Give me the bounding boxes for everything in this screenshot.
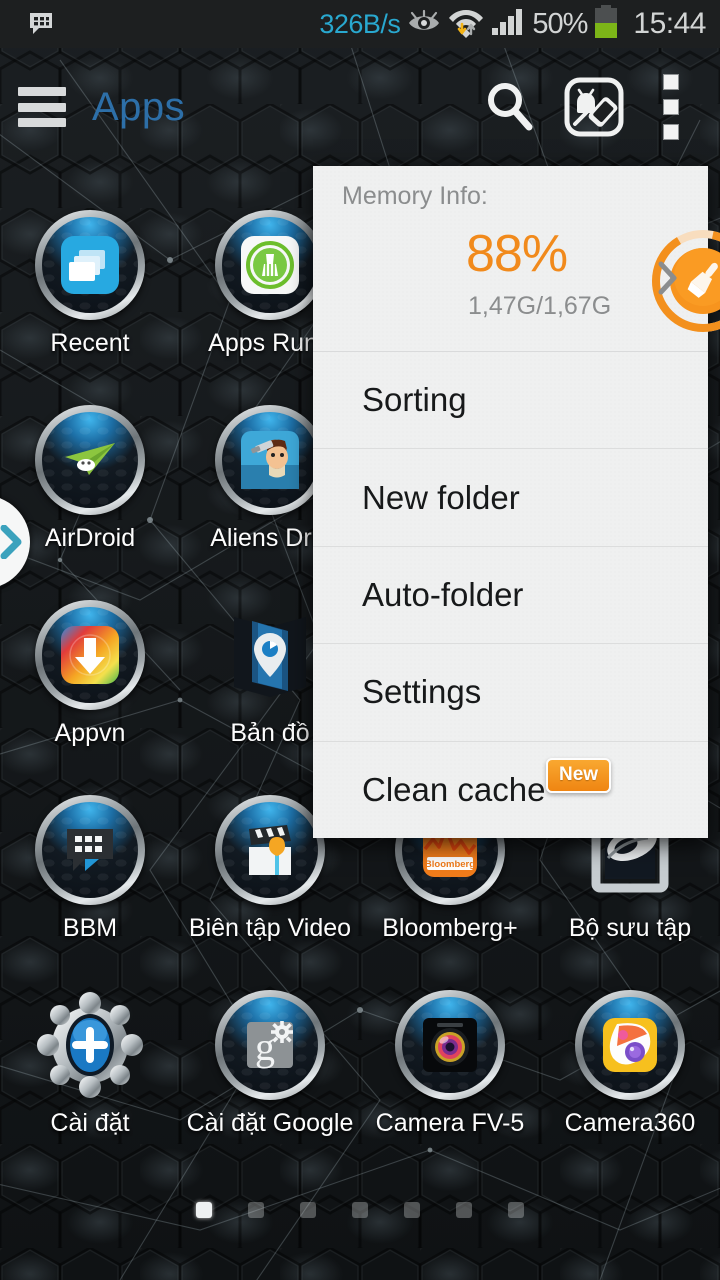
menu-item-new-folder[interactable]: New folder — [313, 449, 708, 547]
page-dot[interactable] — [404, 1202, 420, 1218]
app-row: Cài đặt g Cài đặt Google Camera FV-5 Cam… — [0, 980, 720, 1175]
settings-gear-icon — [35, 990, 145, 1100]
menu-item-clean-cache[interactable]: Clean cache New — [313, 742, 708, 838]
app-item-recent[interactable]: Recent — [0, 200, 180, 395]
network-speed-text: 326B/s — [319, 8, 401, 39]
page-dot[interactable] — [456, 1202, 472, 1218]
memory-size: 1,47G/1,67G — [468, 292, 612, 320]
page-dot[interactable] — [248, 1202, 264, 1218]
status-bar[interactable]: 326B/s 50% 15:44 — [0, 0, 720, 48]
app-label: Cài đặt — [50, 1109, 130, 1137]
search-icon[interactable] — [468, 65, 552, 149]
app-label: Recent — [50, 329, 130, 357]
page-dot[interactable] — [300, 1202, 316, 1218]
clean-master-icon — [215, 210, 325, 320]
app-label: Bộ sưu tập — [568, 914, 692, 942]
battery-percent-text: 50% — [532, 7, 588, 40]
page-dot[interactable] — [352, 1202, 368, 1218]
app-label: Cài đặt Google — [186, 1109, 354, 1137]
app-label: Appvn — [54, 719, 126, 747]
blackberry-messenger-icon — [28, 11, 54, 37]
menu-item-label: Clean cache — [362, 770, 546, 808]
menu-item-sorting[interactable]: Sorting — [313, 352, 708, 450]
overflow-menu-icon[interactable] — [636, 65, 706, 149]
camera360-icon — [575, 990, 685, 1100]
maps-pin-icon — [215, 600, 325, 710]
app-label: BBM — [62, 914, 118, 942]
app-label: Camera360 — [564, 1109, 696, 1137]
app-item-camera360[interactable]: Camera360 — [540, 980, 720, 1175]
menu-item-label: Auto-folder — [362, 576, 524, 614]
battery-icon — [594, 4, 618, 44]
camera-fv5-icon — [395, 990, 505, 1100]
app-label: Bản đồ — [230, 719, 310, 747]
hamburger-icon[interactable] — [18, 87, 66, 127]
app-item-cai-dat[interactable]: Cài đặt — [0, 980, 180, 1175]
menu-item-settings[interactable]: Settings — [313, 644, 708, 742]
chevron-right-icon — [0, 525, 22, 559]
google-settings-icon: g — [215, 990, 325, 1100]
menu-item-auto-folder[interactable]: Auto-folder — [313, 547, 708, 645]
app-label: Biên tập Video — [188, 914, 352, 942]
memory-info-row[interactable]: Memory Info: 88% 1,47G/1,67G — [313, 166, 720, 352]
status-bar-left — [0, 11, 319, 37]
chevron-right-icon — [658, 261, 677, 295]
app-item-appvn[interactable]: Appvn — [0, 590, 180, 785]
page-title: Apps — [92, 84, 186, 129]
cellular-signal-icon — [491, 8, 525, 41]
app-item-airdroid[interactable]: AirDroid — [0, 395, 180, 590]
bbm-icon — [35, 795, 145, 905]
overflow-menu-panel: Memory Info: 88% 1,47G/1,67G Sorting New… — [313, 166, 720, 838]
new-badge: New — [546, 757, 612, 793]
page-dot[interactable] — [508, 1202, 524, 1218]
app-label: Aliens Driv — [210, 524, 330, 552]
memory-info-label: Memory Info: — [342, 182, 488, 210]
app-item-bbm[interactable]: BBM — [0, 785, 180, 980]
app-item-camera-fv5[interactable]: Camera FV-5 — [360, 980, 540, 1175]
menu-item-label: Settings — [362, 673, 482, 711]
page-indicator[interactable] — [0, 1195, 720, 1225]
wifi-icon — [448, 6, 484, 43]
app-label: Camera FV-5 — [375, 1109, 525, 1137]
clock-text: 15:44 — [633, 7, 706, 40]
memory-percent: 88% — [466, 225, 568, 283]
page-dot[interactable] — [196, 1202, 212, 1218]
app-label: AirDroid — [44, 524, 136, 552]
status-bar-right: 326B/s 50% 15:44 — [319, 4, 720, 44]
appvn-icon — [35, 600, 145, 710]
aliens-drive-me-crazy-icon — [215, 405, 325, 515]
app-drawer-header: Apps — [0, 48, 720, 166]
eye-icon — [407, 9, 441, 40]
app-item-google-settings[interactable]: g Cài đặt Google — [180, 980, 360, 1175]
video-editor-icon — [215, 795, 325, 905]
airdroid-icon — [35, 405, 145, 515]
screen-rotation-icon[interactable] — [552, 65, 636, 149]
svg-text:Bloomberg: Bloomberg — [425, 859, 475, 870]
recent-apps-icon — [35, 210, 145, 320]
app-label: Bloomberg+ — [382, 914, 518, 942]
menu-item-label: Sorting — [362, 381, 467, 419]
menu-item-label: New folder — [362, 478, 520, 516]
